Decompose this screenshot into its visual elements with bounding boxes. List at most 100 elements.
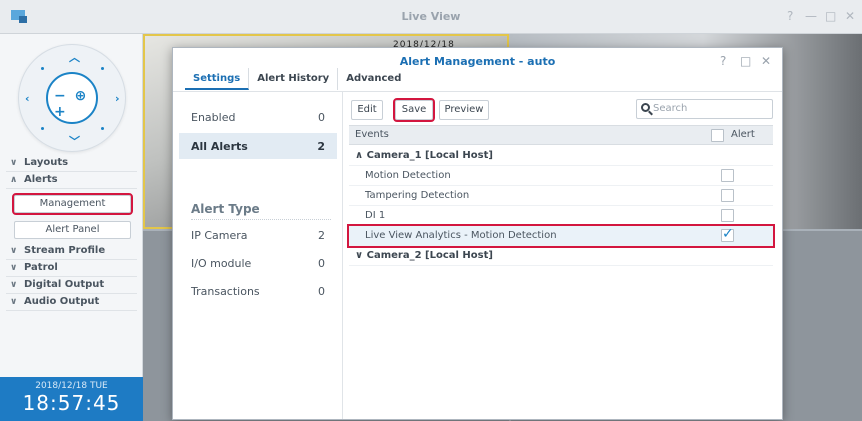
column-events: Events xyxy=(355,129,389,140)
category-count: 0 xyxy=(318,256,325,270)
pan-upleft-icon[interactable] xyxy=(41,67,44,70)
category-transactions[interactable]: Transactions 0 xyxy=(179,278,337,304)
dialog-tabs: Settings Alert History Advanced xyxy=(185,68,409,90)
nav-alerts[interactable]: ∧ Alerts xyxy=(6,172,137,189)
pan-up-icon[interactable]: ︿ xyxy=(69,49,80,65)
nav-patrol-label: Patrol xyxy=(24,262,58,273)
alert-checkbox[interactable] xyxy=(721,189,734,202)
category-count: 2 xyxy=(318,228,325,242)
event-label: Tampering Detection xyxy=(365,190,470,201)
chevron-down-icon: ∨ xyxy=(10,158,18,168)
clock-panel: 2018/12/18 TUE 18:57:45 xyxy=(0,377,143,421)
clock-time: 18:57:45 xyxy=(22,391,121,415)
pan-down-icon[interactable]: ﹀ xyxy=(69,133,80,149)
chevron-down-icon: ∨ xyxy=(10,263,18,273)
management-button[interactable]: Management xyxy=(12,193,133,215)
category-count: 2 xyxy=(317,139,325,153)
group-row-camera-1[interactable]: ∧ Camera_1 [Local Host] xyxy=(349,146,773,166)
nav-audio-output[interactable]: ∨ Audio Output xyxy=(6,294,137,311)
category-count: 0 xyxy=(318,110,325,124)
ptz-control[interactable]: ︿ ﹀ ‹ › − ⊕ + xyxy=(18,44,126,152)
target-icon[interactable]: ⊕ xyxy=(75,88,89,104)
help-icon[interactable]: ? xyxy=(720,54,726,68)
category-label: All Alerts xyxy=(191,139,248,153)
table-row[interactable]: DI 1 xyxy=(349,206,773,226)
close-icon[interactable]: ✕ xyxy=(761,54,771,68)
event-label: Motion Detection xyxy=(365,170,451,181)
column-alert: Alert xyxy=(731,129,755,140)
alert-type-header: Alert Type xyxy=(191,202,331,220)
category-ip-camera[interactable]: IP Camera 2 xyxy=(179,222,337,248)
category-label: Transactions xyxy=(191,284,260,298)
event-label: Live View Analytics - Motion Detection xyxy=(365,230,557,241)
group-name: Camera_1 [Local Host] xyxy=(366,150,493,161)
maximize-icon[interactable]: □ xyxy=(825,9,836,23)
nav-stream-profile[interactable]: ∨ Stream Profile xyxy=(6,243,137,260)
pan-downright-icon[interactable] xyxy=(101,127,104,130)
chevron-down-icon: ∨ xyxy=(10,246,18,256)
ptz-center: − ⊕ + xyxy=(46,72,98,124)
save-button[interactable]: Save xyxy=(393,98,435,122)
pan-right-icon[interactable]: › xyxy=(115,92,120,105)
group-row-camera-2[interactable]: ∨ Camera_2 [Local Host] xyxy=(349,246,773,266)
chevron-up-icon: ∧ xyxy=(355,150,367,161)
chevron-up-icon: ∧ xyxy=(10,175,18,185)
tab-advanced[interactable]: Advanced xyxy=(338,68,409,90)
tab-alert-history[interactable]: Alert History xyxy=(249,68,339,90)
window-title: Live View xyxy=(401,10,461,23)
preview-button[interactable]: Preview xyxy=(439,100,489,120)
chevron-down-icon: ∨ xyxy=(10,297,18,307)
sidebar-nav: ∨ Layouts ∧ Alerts Management Alert Pane… xyxy=(0,155,143,311)
minimize-icon[interactable]: — xyxy=(805,9,817,23)
category-label: Enabled xyxy=(191,110,236,124)
category-label: I/O module xyxy=(191,256,252,270)
nav-layouts-label: Layouts xyxy=(24,157,69,168)
table-row[interactable]: Motion Detection xyxy=(349,166,773,186)
search-icon xyxy=(641,103,650,112)
close-icon[interactable]: ✕ xyxy=(845,9,855,23)
search-input[interactable]: Search xyxy=(636,99,773,119)
category-enabled[interactable]: Enabled 0 xyxy=(179,104,337,130)
pan-upright-icon[interactable] xyxy=(101,67,104,70)
group-name: Camera_2 [Local Host] xyxy=(366,250,493,261)
table-row[interactable]: Live View Analytics - Motion Detection xyxy=(347,224,775,248)
group-label: ∨ Camera_2 [Local Host] xyxy=(355,250,493,261)
alert-management-dialog: Alert Management - auto ? □ ✕ Settings A… xyxy=(172,47,783,420)
chevron-down-icon: ∨ xyxy=(10,280,18,290)
nav-audio-output-label: Audio Output xyxy=(24,296,100,307)
pan-downleft-icon[interactable] xyxy=(41,127,44,130)
nav-digital-output[interactable]: ∨ Digital Output xyxy=(6,277,137,294)
nav-layouts[interactable]: ∨ Layouts xyxy=(6,155,137,172)
chevron-down-icon: ∨ xyxy=(355,250,367,261)
select-all-checkbox[interactable] xyxy=(711,129,724,142)
help-icon[interactable]: ? xyxy=(787,9,793,23)
alert-checkbox[interactable] xyxy=(721,169,734,182)
events-grid-header: Events Alert xyxy=(349,125,773,145)
alert-panel-button[interactable]: Alert Panel xyxy=(14,221,131,239)
restore-icon[interactable]: □ xyxy=(740,54,751,68)
category-all-alerts[interactable]: All Alerts 2 xyxy=(179,133,337,159)
pan-left-icon[interactable]: ‹ xyxy=(25,92,30,105)
zoom-out-icon[interactable]: − xyxy=(54,88,68,104)
events-pane: Edit Save Preview Search Events Alert ∧ … xyxy=(343,92,782,419)
nav-patrol[interactable]: ∨ Patrol xyxy=(6,260,137,277)
tab-settings[interactable]: Settings xyxy=(185,68,250,90)
group-label: ∧ Camera_1 [Local Host] xyxy=(355,150,493,161)
title-bar: Live View ? — □ ✕ xyxy=(0,0,862,34)
nav-stream-profile-label: Stream Profile xyxy=(24,245,106,256)
edit-button[interactable]: Edit xyxy=(351,100,383,120)
zoom-in-icon[interactable]: + xyxy=(54,104,68,120)
category-count: 0 xyxy=(318,284,325,298)
category-label: IP Camera xyxy=(191,228,248,242)
nav-digital-output-label: Digital Output xyxy=(24,279,105,290)
clock-date: 2018/12/18 TUE xyxy=(35,381,108,391)
sidebar: ︿ ﹀ ‹ › − ⊕ + ∨ Layouts ∧ Alerts Managem… xyxy=(0,34,143,421)
table-row[interactable]: Tampering Detection xyxy=(349,186,773,206)
dialog-title: Alert Management - auto xyxy=(399,55,556,68)
nav-alerts-label: Alerts xyxy=(24,174,58,185)
category-pane: Enabled 0 All Alerts 2 Alert Type IP Cam… xyxy=(173,92,343,419)
event-label: DI 1 xyxy=(365,210,386,221)
category-io-module[interactable]: I/O module 0 xyxy=(179,250,337,276)
alert-checkbox-checked[interactable] xyxy=(721,226,734,242)
alert-checkbox[interactable] xyxy=(721,209,734,222)
